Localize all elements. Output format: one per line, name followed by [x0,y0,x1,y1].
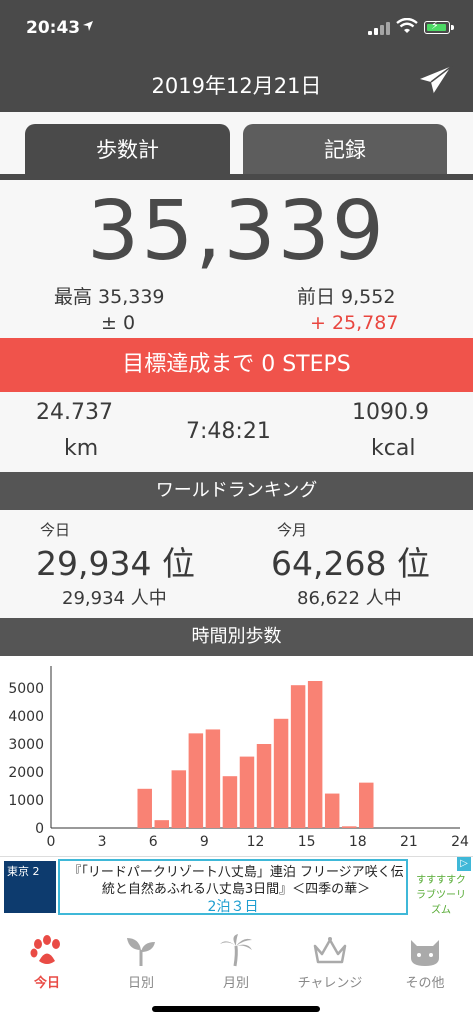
best-steps: 最高 35,339 [54,286,165,308]
chart-bar [290,685,306,828]
cat-icon [411,940,439,966]
nav-daily-label: 日別 [127,976,154,991]
walking-time: 7:48:21 [186,419,271,444]
hourly-steps-chart: 0 1000 2000 3000 4000 5000 0 3 6 9 12 15 18 21 24 [0,656,473,856]
tab-pedometer[interactable]: 歩数計 [25,124,230,176]
previous-day-steps: 前日 9,552 [297,286,396,308]
x-tick-label: 24 [451,834,469,850]
location-arrow-icon [82,20,94,36]
ad-headline: 『「リードパークリゾート八丈島」連泊 フリージア咲く伝統と自然あふれる八丈島3日… [68,865,404,897]
distance-unit: km [64,436,99,461]
ranking-today-rank: 29,934 位 [36,544,195,583]
segment-tabs: 歩数計 記録 [0,112,473,180]
chart-bar [359,782,374,828]
x-tick-label: 18 [349,834,367,850]
home-indicator [152,1006,320,1012]
ad-thumb-text: 東京 2 [7,865,40,878]
adchoices-icon[interactable]: ▷ [457,857,471,871]
battery-icon: ⚡ [424,19,454,34]
x-tick-label: 15 [298,834,316,850]
chart-bar [273,718,289,828]
y-tick-label: 2000 [8,765,44,781]
previous-day-diff: + 25,787 [310,312,399,334]
y-tick-label: 1000 [8,793,44,809]
chart-bar [256,744,272,828]
x-tick-label: 21 [400,834,418,850]
status-bar: 20:43 ⚡ [0,0,473,52]
x-tick-label: 9 [200,834,209,850]
x-tick-label: 6 [149,834,158,850]
paper-plane-icon[interactable] [418,64,454,100]
ranking-month-rank: 64,268 位 [271,544,430,583]
chart-bar [188,733,204,828]
chart-bar [324,793,340,828]
chart-bar [341,826,357,828]
calories-unit: kcal [371,436,416,461]
paw-icon [30,935,60,964]
world-ranking-header: ワールドランキング [0,472,473,510]
sprout-icon [127,938,155,966]
nav-other-label: その他 [405,976,445,991]
y-tick-label: 3000 [8,737,44,753]
chart-bar [171,770,187,828]
nav-challenge-label: チャレンジ [297,976,363,991]
x-tick-label: 0 [47,834,56,850]
nav-monthly-label: 月別 [222,976,249,991]
signal-icon [368,21,390,35]
ad-banner[interactable]: 東京 2 『「リードパークリゾート八丈島」連泊 フリージア咲く伝統と自然あふれる… [0,856,473,916]
app-header: 2019年12月21日 [0,52,473,112]
ranking-today-total: 29,934 人中 [62,588,167,609]
wifi-icon [396,17,418,38]
ad-thumbnail[interactable]: 東京 2 [4,861,56,913]
chart-bar [222,776,238,828]
chart-bar [307,681,323,828]
chart-bar [137,788,152,828]
y-tick-label: 0 [35,821,44,837]
hourly-steps-header: 時間別歩数 [0,618,473,656]
best-diff: ± 0 [101,312,136,334]
chart-bar [205,729,221,828]
crown-icon [313,937,347,964]
hourly-chart-svg: 0 1000 2000 3000 4000 5000 0 3 6 9 12 15 18 21 24 [8,666,469,850]
y-tick-label: 5000 [8,681,44,697]
x-tick-label: 3 [98,834,107,850]
ad-price: 2泊３日 [207,899,259,915]
chart-bar [239,756,255,828]
date-title: 2019年12月21日 [151,74,322,98]
step-count: 35,339 [87,184,386,279]
chart-bar [154,820,170,828]
y-tick-label: 4000 [8,709,44,725]
ad-logo: すすすすクラブツーリズム [416,875,466,916]
palm-tree-icon [220,934,252,967]
ad-text-box[interactable]: 『「リードパークリゾート八丈島」連泊 フリージア咲く伝統と自然あふれる八丈島3日… [58,859,408,915]
x-tick-label: 12 [247,834,265,850]
clock: 20:43 [26,18,81,38]
tab-underline [0,174,473,180]
tab-records[interactable]: 記録 [243,124,447,176]
nav-today-label: 今日 [33,976,60,991]
distance-value: 24.737 [36,400,113,425]
goal-banner: 目標達成まで 0 STEPS [0,338,473,392]
calories-value: 1090.9 [352,400,429,425]
ranking-month-total: 86,622 人中 [297,588,402,609]
